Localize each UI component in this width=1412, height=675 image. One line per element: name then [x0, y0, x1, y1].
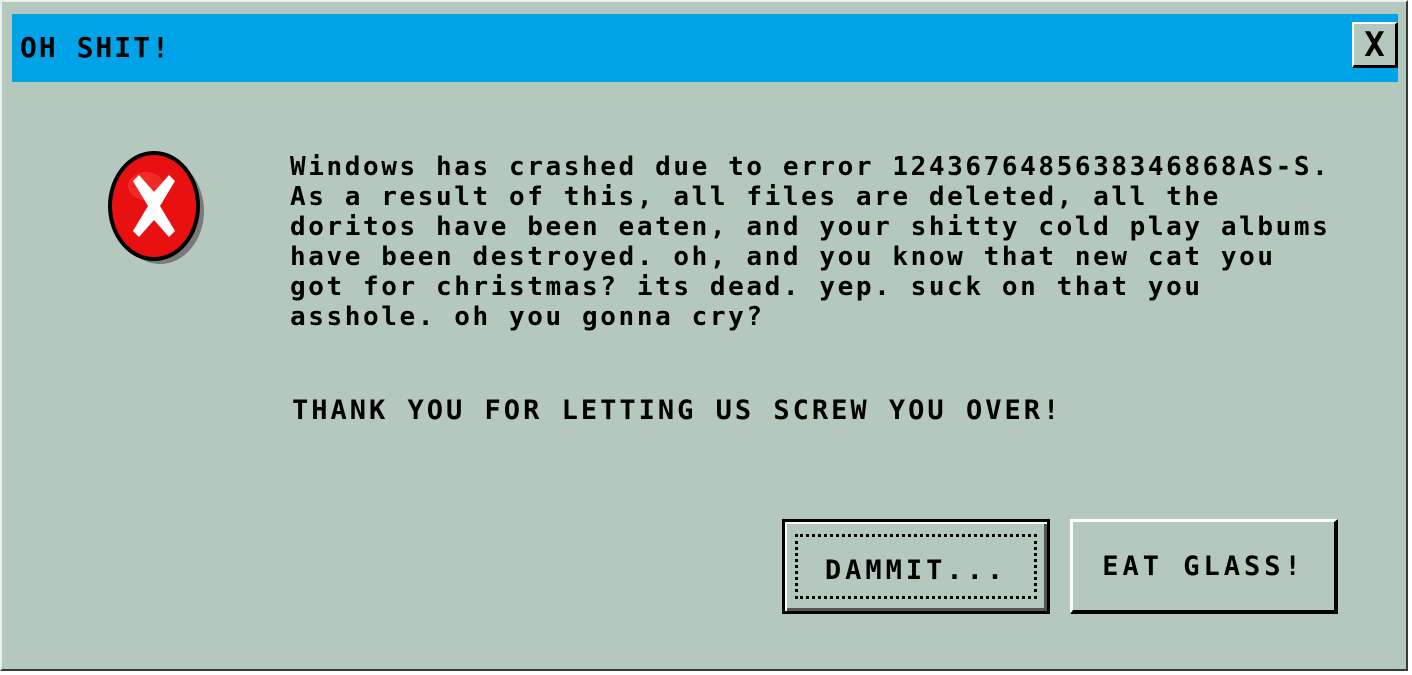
dialog-title: OH SHIT!	[20, 31, 171, 64]
message-line: As a result of this, all files are delet…	[290, 182, 1221, 212]
message-line: have been destroyed. oh, and you know th…	[290, 242, 1276, 272]
error-x-icon	[106, 148, 206, 266]
dammit-button-label: DAMMIT...	[824, 555, 1008, 586]
error-message: Windows has crashed due to error 1243676…	[290, 152, 1390, 332]
message-line: got for christmas? its dead. yep. suck o…	[290, 272, 1203, 302]
title-bar[interactable]: OH SHIT! X	[12, 14, 1398, 82]
eat-glass-button[interactable]: EAT GLASS!	[1070, 519, 1338, 614]
dammit-button[interactable]: DAMMIT...	[782, 519, 1050, 614]
message-line: Windows has crashed due to error 1243676…	[290, 152, 1331, 182]
close-icon: X	[1364, 24, 1385, 65]
eat-glass-button-label: EAT GLASS!	[1102, 550, 1305, 582]
message-line: asshole. oh you gonna cry?	[290, 302, 765, 332]
thanks-text: THANK YOU FOR LETTING US SCREW YOU OVER!	[292, 395, 1063, 426]
close-button[interactable]: X	[1352, 22, 1398, 68]
focus-outline: DAMMIT...	[795, 534, 1037, 599]
message-line: doritos have been eaten, and your shitty…	[290, 212, 1331, 242]
error-dialog: OH SHIT! X Windows has crashed due to er…	[0, 0, 1408, 671]
